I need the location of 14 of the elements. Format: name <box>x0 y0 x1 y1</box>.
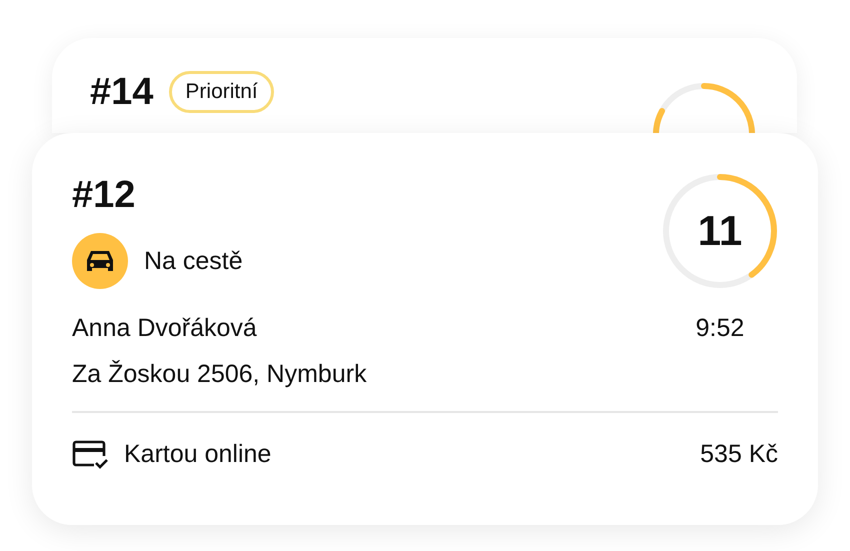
customer-name: Anna Dvořáková <box>72 313 257 343</box>
order-number: #12 <box>72 173 136 217</box>
status-label: Na cestě <box>144 246 243 276</box>
order-price: 535 Kč <box>700 439 778 469</box>
delivery-address: Za Žoskou 2506, Nymburk <box>72 359 367 389</box>
countdown-number: 11 <box>696 206 744 256</box>
order-time: 9:52 <box>694 313 746 343</box>
order-card[interactable]: #12 Na cestě 11 Anna Dvořáková 9:52 Za Žoskou 2506, Nymburk Kartou online 535 Kč <box>32 133 818 525</box>
car-icon <box>85 248 115 274</box>
order-card[interactable]: #14 Prioritní <box>52 38 797 133</box>
priority-badge: Prioritní <box>169 71 274 113</box>
payment-method: Kartou online <box>124 439 272 469</box>
order-number: #14 <box>90 70 154 114</box>
credit-card-check-icon <box>72 439 110 469</box>
